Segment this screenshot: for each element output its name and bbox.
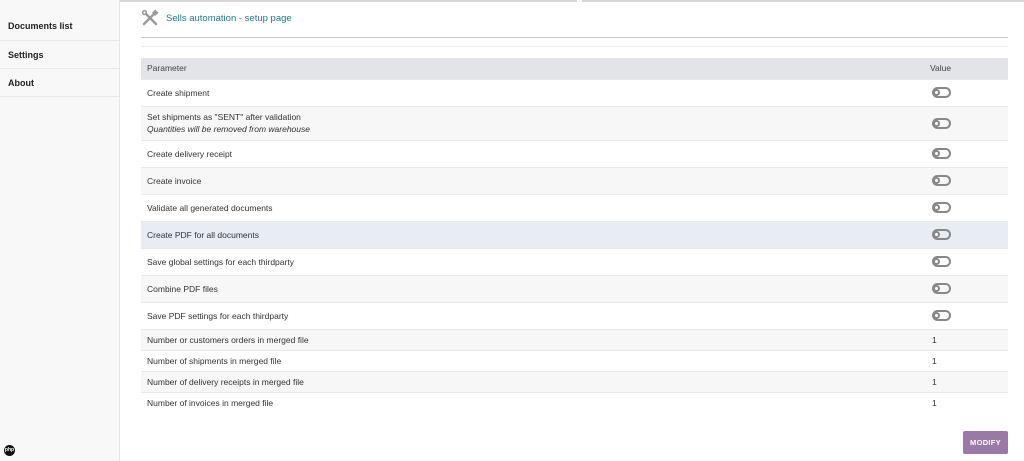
table-row: Number of delivery receipts in merged fi…	[141, 370, 1008, 392]
page-title: Sells automation - setup page	[166, 12, 292, 24]
toggle-off-icon[interactable]	[932, 148, 951, 160]
top-border-right	[582, 0, 1024, 2]
page-header: Sells automation - setup page	[141, 6, 292, 30]
setting-label: Number or customers orders in merged fil…	[141, 328, 930, 350]
setting-label: Save global settings for each thirdparty	[141, 247, 930, 275]
divider	[141, 37, 1008, 38]
sidebar-item-settings[interactable]: Settings	[0, 41, 119, 69]
column-header-value: Value	[930, 58, 1008, 79]
table-row: Combine PDF files	[141, 274, 1008, 302]
toggle-off-icon[interactable]	[932, 117, 951, 129]
php-icon[interactable]: php	[4, 445, 15, 456]
toggle-off-icon[interactable]	[932, 87, 951, 99]
column-header-parameter: Parameter	[141, 58, 930, 79]
setting-label: Number of delivery receipts in merged fi…	[141, 370, 930, 392]
sidebar-item-about[interactable]: About	[0, 69, 119, 97]
setting-label: Create delivery receipt	[141, 139, 930, 167]
table-row: Number of invoices in merged file 1	[141, 391, 1008, 413]
table-row: Number of shipments in merged file 1	[141, 349, 1008, 371]
table-row: Save PDF settings for each thirdparty	[141, 301, 1008, 329]
toggle-off-icon[interactable]	[932, 283, 951, 295]
setting-label: Validate all generated documents	[141, 193, 930, 221]
setting-value: 1	[930, 349, 1008, 371]
table-row: Create invoice	[141, 166, 1008, 194]
setting-label: Save PDF settings for each thirdparty	[141, 301, 930, 329]
modify-button[interactable]: MODIFY	[963, 431, 1008, 454]
setting-value: 1	[930, 391, 1008, 413]
setting-label: Combine PDF files	[141, 274, 930, 302]
toggle-off-icon[interactable]	[932, 256, 951, 268]
wrench-screwdriver-icon	[141, 9, 159, 26]
divider	[141, 46, 1008, 47]
table-row: Create PDF for all documents	[141, 220, 1008, 248]
setting-label-with-note: Set shipments as "SENT" after validation…	[141, 105, 930, 140]
setting-value: 1	[930, 370, 1008, 392]
table-row: Save global settings for each thirdparty	[141, 247, 1008, 275]
table-row: Number or customers orders in merged fil…	[141, 328, 1008, 350]
sidebar-item-documents-list[interactable]: Documents list	[0, 0, 119, 41]
settings-table: Parameter Value Create shipment Set ship…	[141, 58, 1008, 413]
toggle-off-icon[interactable]	[932, 175, 951, 187]
table-row: Create shipment	[141, 78, 1008, 106]
setting-label: Number of shipments in merged file	[141, 349, 930, 371]
setting-label: Set shipments as "SENT" after validation	[147, 112, 301, 122]
setting-label: Create shipment	[141, 78, 930, 106]
toggle-off-icon[interactable]	[932, 310, 951, 322]
table-row: Set shipments as "SENT" after validation…	[141, 105, 1008, 140]
setting-note: Quantities will be removed from warehous…	[147, 124, 310, 134]
table-row: Validate all generated documents	[141, 193, 1008, 221]
sidebar: Documents list Settings About php	[0, 0, 120, 461]
table-row: Create delivery receipt	[141, 139, 1008, 167]
top-border-left	[120, 0, 577, 2]
setting-label: Create invoice	[141, 166, 930, 194]
setting-value: 1	[930, 328, 1008, 350]
toggle-off-icon[interactable]	[932, 229, 951, 241]
table-header-row: Parameter Value	[141, 58, 1008, 79]
toggle-off-icon[interactable]	[932, 202, 951, 214]
setting-label: Number of invoices in merged file	[141, 391, 930, 413]
setting-label: Create PDF for all documents	[141, 220, 930, 248]
